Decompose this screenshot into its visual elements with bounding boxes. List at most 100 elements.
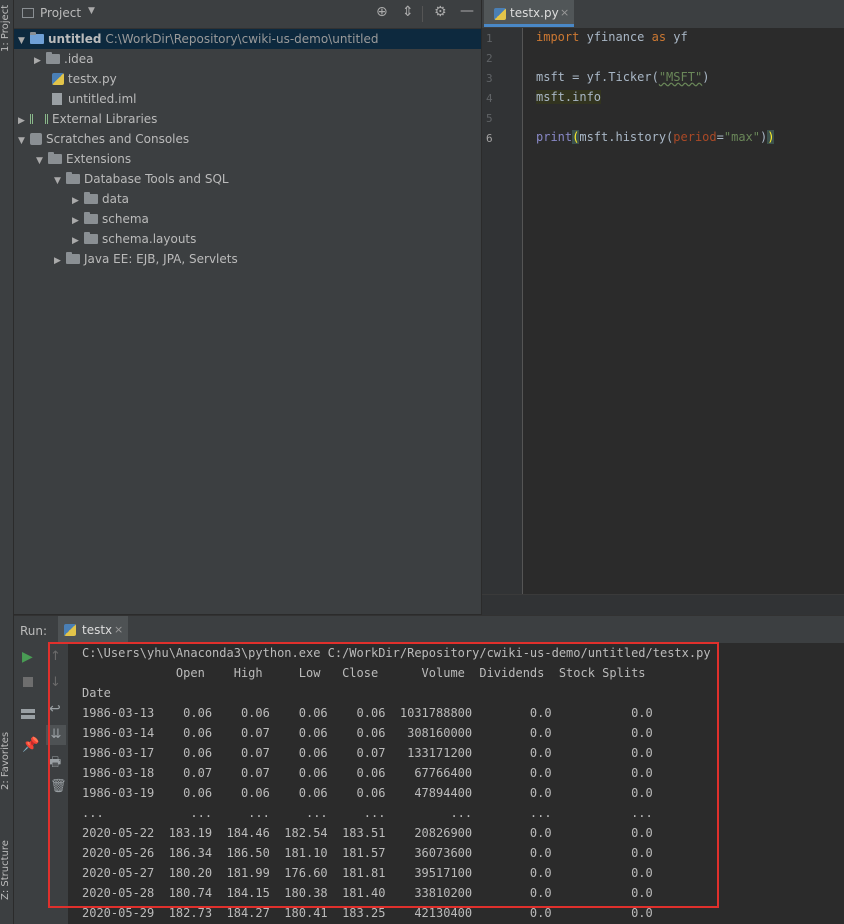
code-line-1: import yfinance as yf bbox=[536, 30, 688, 44]
folder-icon bbox=[84, 232, 98, 244]
tree-item-label: schema.layouts bbox=[102, 232, 197, 246]
collapsed-arrow-icon: ▶ bbox=[34, 56, 41, 66]
scratches-icon bbox=[30, 133, 42, 145]
header-divider bbox=[422, 6, 423, 22]
pin-icon[interactable]: 📌 bbox=[22, 737, 39, 753]
code-token: yf bbox=[666, 30, 688, 44]
tree-item-java-ee[interactable]: ▶ Java EE: EJB, JPA, Servlets bbox=[54, 249, 238, 269]
favorites-tool-tab[interactable]: 2: Favorites bbox=[0, 732, 11, 790]
code-line-3: msft = yf.Ticker("MSFT") bbox=[536, 70, 709, 84]
code-token: print bbox=[536, 130, 573, 144]
library-icon bbox=[30, 114, 48, 124]
tree-item-label: data bbox=[102, 192, 130, 206]
project-panel-title[interactable]: Project bbox=[40, 6, 81, 20]
folder-icon bbox=[48, 152, 62, 164]
code-token: ) bbox=[767, 130, 775, 144]
folder-icon bbox=[84, 192, 98, 204]
code-token: ) bbox=[702, 70, 710, 84]
tree-item-scratches[interactable]: ▼ Scratches and Consoles bbox=[18, 129, 189, 149]
run-panel-header: Run: testx × bbox=[14, 615, 844, 644]
code-token: import bbox=[536, 30, 580, 44]
tree-item-data[interactable]: ▶ data bbox=[72, 189, 129, 209]
collapsed-arrow-icon: ▶ bbox=[54, 256, 61, 266]
run-toolbar: ▶ 📌 bbox=[14, 643, 45, 924]
python-file-icon bbox=[52, 73, 64, 85]
rerun-icon[interactable]: ▶ bbox=[22, 649, 33, 665]
left-tool-strip: 1: Project 2: Favorites Z: Structure bbox=[0, 0, 14, 924]
expanded-arrow-icon: ▼ bbox=[54, 176, 61, 186]
line-number: 4 bbox=[486, 92, 493, 105]
tree-item-label: schema bbox=[102, 212, 149, 226]
highlight-annotation-box bbox=[48, 642, 719, 908]
python-file-icon bbox=[64, 624, 76, 636]
console-line: 2020-05-29 182.73 184.27 180.41 183.25 4… bbox=[82, 906, 653, 920]
tree-item-label: Database Tools and SQL bbox=[84, 172, 229, 186]
close-icon[interactable]: × bbox=[560, 6, 569, 19]
project-panel-header: Project ▼ ⊕ ⇕ ⚙ — bbox=[14, 0, 481, 29]
folder-icon bbox=[66, 172, 80, 184]
code-line-6: print(msft.history(period="max")) bbox=[536, 130, 775, 144]
module-folder-icon bbox=[30, 32, 44, 44]
collapse-all-icon[interactable]: ⇕ bbox=[402, 4, 414, 20]
stop-icon[interactable] bbox=[23, 677, 33, 687]
tree-item-label: untitled.iml bbox=[68, 92, 137, 106]
folder-icon bbox=[66, 252, 80, 264]
code-token: msft.history( bbox=[579, 130, 674, 144]
code-token: yfinance bbox=[579, 30, 652, 44]
collapsed-arrow-icon: ▶ bbox=[72, 216, 79, 226]
layout-icon[interactable] bbox=[21, 709, 35, 719]
close-icon[interactable]: × bbox=[114, 623, 123, 636]
expanded-arrow-icon: ▼ bbox=[36, 156, 43, 166]
tree-item-label: Java EE: EJB, JPA, Servlets bbox=[84, 252, 238, 266]
locate-icon[interactable]: ⊕ bbox=[376, 4, 388, 20]
tab-run-testx[interactable]: testx × bbox=[58, 616, 128, 643]
run-label: Run: bbox=[20, 624, 48, 638]
collapsed-arrow-icon: ▶ bbox=[72, 196, 79, 206]
gear-icon[interactable]: ⚙ bbox=[434, 4, 447, 20]
tree-item-extensions[interactable]: ▼ Extensions bbox=[36, 149, 131, 169]
tab-label: testx bbox=[82, 623, 113, 637]
tree-item-path: C:\WorkDir\Repository\cwiki-us-demo\unti… bbox=[105, 32, 379, 46]
collapsed-arrow-icon: ▶ bbox=[18, 116, 25, 126]
tab-label: testx.py bbox=[510, 6, 559, 20]
project-view-icon bbox=[22, 8, 34, 18]
collapsed-arrow-icon: ▶ bbox=[72, 236, 79, 246]
code-token: msft = yf.Ticker( bbox=[536, 70, 659, 84]
tree-item-schema-layouts[interactable]: ▶ schema.layouts bbox=[72, 229, 196, 249]
code-token: msft.info bbox=[536, 90, 602, 104]
tree-item-label: testx.py bbox=[68, 72, 117, 86]
code-token: as bbox=[651, 30, 667, 44]
editor-bottom-bar bbox=[482, 594, 844, 615]
code-editor[interactable]: 1 2 3 4 5 6 import yfinance as yf msft =… bbox=[482, 28, 844, 615]
tree-item-label: untitled bbox=[48, 32, 102, 46]
tab-testx-py[interactable]: testx.py × bbox=[484, 0, 574, 27]
tree-item-external-libraries[interactable]: ▶ External Libraries bbox=[18, 109, 157, 129]
folder-icon bbox=[46, 52, 60, 64]
tree-item-label: External Libraries bbox=[52, 112, 158, 126]
code-token: period bbox=[673, 130, 717, 144]
tree-item-label: .idea bbox=[64, 52, 94, 66]
tree-item-untitled[interactable]: ▼ untitled C:\WorkDir\Repository\cwiki-us… bbox=[14, 29, 481, 49]
tree-item-untitled-iml[interactable]: untitled.iml bbox=[52, 89, 136, 109]
project-panel: Project ▼ ⊕ ⇕ ⚙ — ▼ untitled C:\WorkDir\R… bbox=[14, 0, 481, 614]
tree-item-label: Extensions bbox=[66, 152, 132, 166]
expanded-arrow-icon: ▼ bbox=[18, 136, 25, 146]
python-file-icon bbox=[494, 8, 506, 20]
line-number: 5 bbox=[486, 112, 493, 125]
tree-item-schema[interactable]: ▶ schema bbox=[72, 209, 149, 229]
tree-item-idea[interactable]: ▶ .idea bbox=[34, 49, 94, 69]
code-token: "max" bbox=[723, 130, 760, 144]
line-number: 1 bbox=[486, 32, 493, 45]
minimize-icon[interactable]: — bbox=[460, 3, 474, 19]
structure-tool-tab[interactable]: Z: Structure bbox=[0, 840, 11, 900]
code-token: "MSFT" bbox=[658, 70, 703, 84]
tree-item-testx-py[interactable]: testx.py bbox=[52, 69, 117, 89]
chevron-down-icon[interactable]: ▼ bbox=[88, 6, 95, 16]
project-tool-tab[interactable]: 1: Project bbox=[0, 5, 11, 52]
code-token: = bbox=[716, 130, 724, 144]
tree-item-database-tools[interactable]: ▼ Database Tools and SQL bbox=[54, 169, 229, 189]
line-number: 2 bbox=[486, 52, 493, 65]
code-line-4: msft.info bbox=[536, 90, 602, 104]
line-number: 6 bbox=[486, 132, 493, 145]
file-icon bbox=[52, 93, 62, 105]
